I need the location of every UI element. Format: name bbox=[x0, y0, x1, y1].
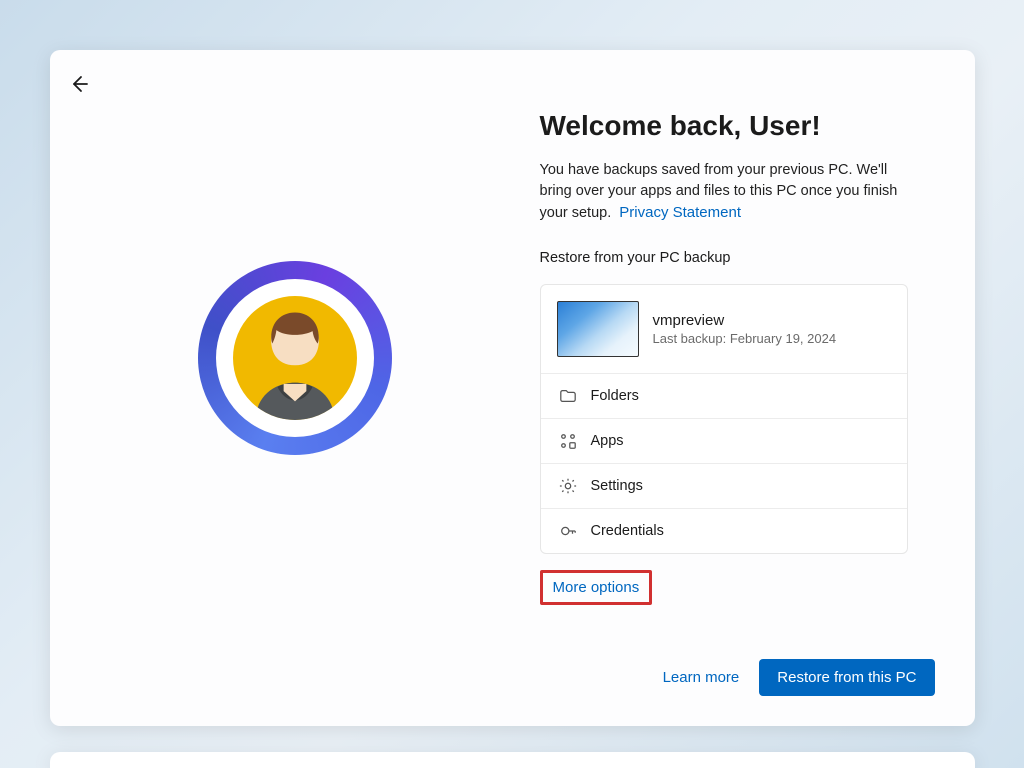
backup-item-credentials[interactable]: Credentials bbox=[541, 509, 907, 553]
backup-item-label: Settings bbox=[591, 478, 643, 494]
device-thumbnail-icon bbox=[557, 301, 639, 357]
learn-more-link[interactable]: Learn more bbox=[663, 669, 740, 686]
restore-subhead: Restore from your PC backup bbox=[540, 250, 935, 266]
footer-actions: Learn more Restore from this PC bbox=[663, 659, 935, 696]
backup-panel: vmpreview Last backup: February 19, 2024… bbox=[540, 284, 908, 554]
settings-icon bbox=[559, 477, 577, 495]
backup-item-apps[interactable]: Apps bbox=[541, 419, 907, 464]
privacy-statement-link[interactable]: Privacy Statement bbox=[619, 204, 741, 221]
backup-item-settings[interactable]: Settings bbox=[541, 464, 907, 509]
next-card-peek bbox=[50, 752, 975, 768]
backup-item-label: Apps bbox=[591, 433, 624, 449]
credentials-icon bbox=[559, 522, 577, 540]
device-name: vmpreview bbox=[653, 312, 837, 329]
oobe-restore-card: Welcome back, User! You have backups sav… bbox=[50, 50, 975, 726]
backup-device-row[interactable]: vmpreview Last backup: February 19, 2024 bbox=[541, 285, 907, 374]
avatar-ring bbox=[198, 261, 392, 455]
folder-icon bbox=[559, 387, 577, 405]
restore-from-this-pc-button[interactable]: Restore from this PC bbox=[759, 659, 934, 696]
content-column: Welcome back, User! You have backups sav… bbox=[540, 50, 975, 726]
page-description: You have backups saved from your previou… bbox=[540, 160, 920, 224]
avatar-icon bbox=[233, 296, 357, 420]
page-title: Welcome back, User! bbox=[540, 110, 935, 142]
more-options-link[interactable]: More options bbox=[540, 570, 653, 605]
illustration-column bbox=[50, 50, 540, 726]
backup-item-label: Folders bbox=[591, 388, 639, 404]
apps-icon bbox=[559, 432, 577, 450]
device-last-backup: Last backup: February 19, 2024 bbox=[653, 331, 837, 346]
arrow-left-icon bbox=[66, 72, 90, 96]
device-info: vmpreview Last backup: February 19, 2024 bbox=[653, 312, 837, 346]
backup-item-folders[interactable]: Folders bbox=[541, 374, 907, 419]
backup-item-label: Credentials bbox=[591, 523, 664, 539]
back-button[interactable] bbox=[66, 72, 90, 96]
